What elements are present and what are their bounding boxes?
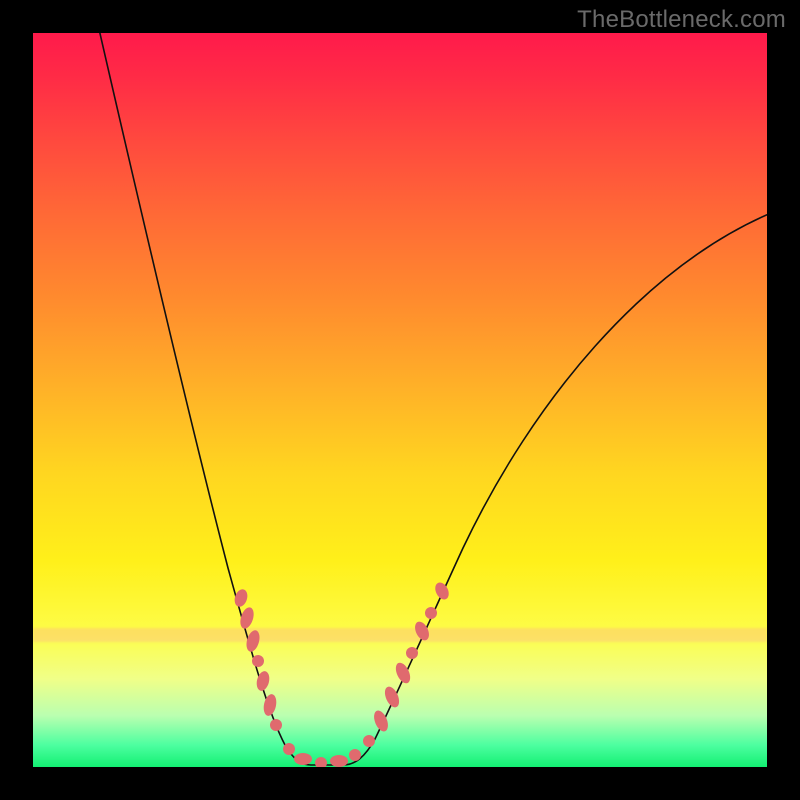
curve-beads bbox=[233, 580, 452, 767]
plot-area bbox=[33, 33, 767, 767]
bottleneck-curve bbox=[33, 33, 767, 767]
chart-stage: TheBottleneck.com bbox=[0, 0, 800, 800]
watermark-text: TheBottleneck.com bbox=[577, 6, 786, 34]
curve-path bbox=[93, 33, 767, 765]
